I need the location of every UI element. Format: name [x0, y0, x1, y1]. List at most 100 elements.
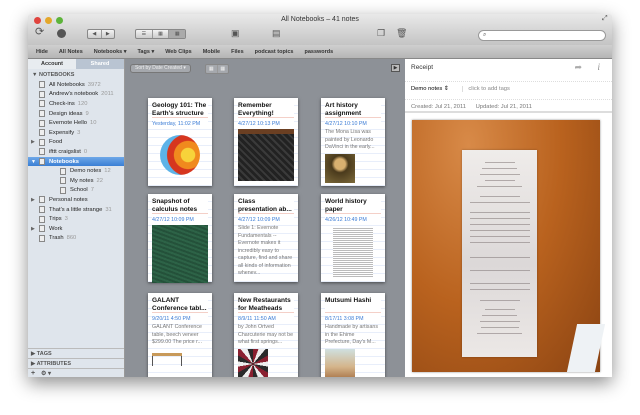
sidebar-item-school[interactable]: School 7 — [28, 186, 124, 196]
tags-input[interactable]: click to add tags — [462, 86, 510, 92]
sidebar-item-demo-notes[interactable]: Demo notes 12 — [28, 166, 124, 176]
sidebar-item-count: 31 — [105, 206, 112, 213]
sidebar-item-expensify[interactable]: Expensify 3 — [28, 128, 124, 138]
note-card[interactable]: Remember Everything! 4/27/12 10:13 PM — [234, 98, 298, 186]
titlebar: All Notebooks – 41 notes ⟳ ◀ ▶ ☰ ▦ ▦ ▣ ▤ ❐ … — [28, 14, 612, 45]
notebooks-header[interactable]: ▼ NOTEBOOKS — [28, 69, 124, 80]
sidebar-item-evernote-hello[interactable]: Evernote Hello 10 — [28, 118, 124, 128]
note-card[interactable]: Mutsumi Hashi 8/17/11 3:08 PM Handmade by … — [321, 293, 385, 377]
sidebar-item-count: 10 — [90, 120, 97, 127]
sidebar-item-personal-notes[interactable]: ▶ Personal notes — [28, 195, 124, 205]
sidebar-item-count: 22 — [96, 177, 103, 184]
notebook-icon — [39, 100, 45, 108]
note-card-date: 4/26/12 10:49 PM — [325, 217, 381, 223]
shortcut-podcast-topics[interactable]: podcast topics — [255, 49, 294, 55]
sidebar-item-all-notebooks[interactable]: All Notebooks 3972 — [28, 80, 124, 90]
shortcut-tags[interactable]: Tags ▾ — [137, 49, 154, 55]
sync-icon[interactable]: ⟳ — [35, 25, 44, 38]
sidebar-item-label: Work — [49, 225, 63, 232]
card-view-button[interactable]: ▦ — [169, 30, 186, 38]
note-card[interactable]: Art history assignment 4/27/12 10:10 PM Th… — [321, 98, 385, 186]
shortcut-web-clips[interactable]: Web Clips — [165, 49, 192, 55]
notebook-icon — [60, 167, 66, 175]
note-card[interactable]: World history paper 4/26/12 10:49 PM — [321, 194, 385, 282]
sidebar-item-trash[interactable]: Trash 860 — [28, 234, 124, 244]
note-card[interactable]: Snapshot of calculus notes 4/27/12 10:09 … — [148, 194, 212, 283]
back-button[interactable]: ◀ — [88, 30, 102, 38]
search-input[interactable]: ⌕ — [478, 30, 606, 41]
search-icon: ⌕ — [483, 32, 487, 38]
shortcut-files[interactable]: Files — [231, 49, 244, 55]
large-cards-button[interactable]: ▦ — [206, 65, 218, 73]
sidebar-item-count: 7 — [90, 187, 94, 194]
notebook-icon — [60, 186, 66, 194]
disclosure-arrow-icon[interactable]: ▶ — [31, 197, 39, 203]
list-view-button[interactable]: ☰ — [136, 30, 153, 38]
info-icon[interactable]: i — [597, 62, 600, 72]
attach-icon[interactable]: ▤ — [272, 28, 281, 39]
snippet-view-button[interactable]: ▦ — [153, 30, 170, 38]
sidebar-item-label: ifttt craigslist — [49, 148, 81, 155]
sort-dropdown[interactable]: Sort by Date Created ▾ — [130, 64, 191, 73]
sidebar-item-notebooks[interactable]: ▼ Notebooks — [28, 156, 124, 167]
sidebar-item-trips[interactable]: Trips 3 — [28, 214, 124, 224]
shortcut-all-notes[interactable]: All Notes — [59, 49, 83, 55]
sidebar-item-food[interactable]: ▶ Food — [28, 138, 124, 148]
sidebar-item-label: School — [70, 187, 88, 194]
trash-icon[interactable]: 🗑 — [396, 28, 407, 39]
shortcut-mobile[interactable]: Mobile — [203, 49, 220, 55]
share-icon[interactable]: ➦ — [574, 62, 582, 73]
sidebar-item-ifttt-craigslist[interactable]: ifttt craigslist 0 — [28, 147, 124, 157]
sidebar-item-design-ideas[interactable]: Design ideas 9 — [28, 109, 124, 119]
note-card-date: 4/27/12 10:09 PM — [152, 217, 208, 223]
tab-shared[interactable]: Shared — [76, 59, 124, 69]
note-card-title: Remember Everything! — [238, 102, 294, 118]
note-list: Sort by Date Created ▾ ▦ ▦ ▶ Geology 101:… — [125, 59, 405, 377]
note-card[interactable]: New Restaurants for Meatheads 8/9/11 11:5… — [234, 293, 298, 377]
activity-icon[interactable] — [57, 29, 66, 38]
note-thumbnail — [152, 135, 208, 175]
shortcut-notebooks[interactable]: Notebooks ▾ — [94, 49, 127, 55]
fullscreen-icon[interactable]: ⤢ — [602, 15, 608, 23]
small-cards-button[interactable]: ▦ — [218, 65, 229, 73]
sidebar-item-andrew-s-notebook[interactable]: Andrew's notebook 2011 — [28, 90, 124, 100]
shortcut-hide[interactable]: Hide — [36, 49, 48, 55]
notebook-icon — [39, 158, 45, 166]
disclosure-arrow-icon[interactable]: ▶ — [31, 226, 39, 232]
forward-button[interactable]: ▶ — [102, 30, 115, 38]
notebook-icon — [39, 196, 45, 204]
shortcut-bar: Hide All Notes Notebooks ▾ Tags ▾ Web Cl… — [28, 45, 612, 59]
add-button[interactable]: + — [31, 370, 35, 377]
sidebar-item-label: Food — [49, 139, 63, 146]
tab-account[interactable]: Account — [28, 59, 76, 69]
copy-icon[interactable]: ❐ — [377, 28, 385, 39]
note-card-snippet: The Mona Lisa was painted by Leonardo Da… — [325, 129, 375, 150]
gear-icon[interactable]: ⚙ ▾ — [41, 371, 51, 377]
attributes-section[interactable]: ▶ ATTRIBUTES — [28, 358, 124, 368]
tags-section[interactable]: ▶ TAGS — [28, 348, 124, 358]
toggle-panel-button[interactable]: ▶ — [391, 64, 400, 72]
sidebar-item-that-s-a-little-strange[interactable]: That's a little strange 31 — [28, 205, 124, 215]
sidebar-item-label: All Notebooks — [49, 81, 85, 88]
sidebar-item-count: 3 — [77, 129, 81, 136]
disclosure-arrow-icon[interactable]: ▶ — [31, 139, 39, 145]
card-fragment — [566, 324, 606, 372]
note-card[interactable]: GALANT Conference tabl... 9/20/11 4:50 PM… — [148, 293, 212, 377]
note-card[interactable]: Geology 101: The Earth's structure Yester… — [148, 98, 212, 186]
note-card[interactable]: Class presentation ab... 4/27/12 10:09 PM… — [234, 194, 298, 282]
sidebar-item-label: My notes — [70, 177, 94, 184]
sidebar-item-count: 12 — [104, 168, 111, 175]
shortcut-passwords[interactable]: passwords — [304, 49, 333, 55]
sidebar-item-label: Check-ins — [49, 100, 75, 107]
sidebar-item-count: 860 — [66, 235, 77, 242]
sidebar-item-count: 3 — [64, 216, 68, 223]
receipt-paper — [462, 150, 537, 357]
sidebar-item-work[interactable]: ▶ Work — [28, 224, 124, 234]
notebook-icon — [39, 81, 45, 89]
sidebar-item-my-notes[interactable]: My notes 22 — [28, 176, 124, 186]
note-card-snippet: Handmade by artisans in the Ehime Prefec… — [325, 324, 378, 345]
notebook-selector[interactable]: Demo notes ⇕ — [411, 86, 449, 92]
new-note-icon[interactable]: ▣ — [231, 28, 240, 39]
sidebar-item-check-ins[interactable]: Check-ins 120 — [28, 99, 124, 109]
disclosure-arrow-icon[interactable]: ▼ — [31, 159, 39, 165]
